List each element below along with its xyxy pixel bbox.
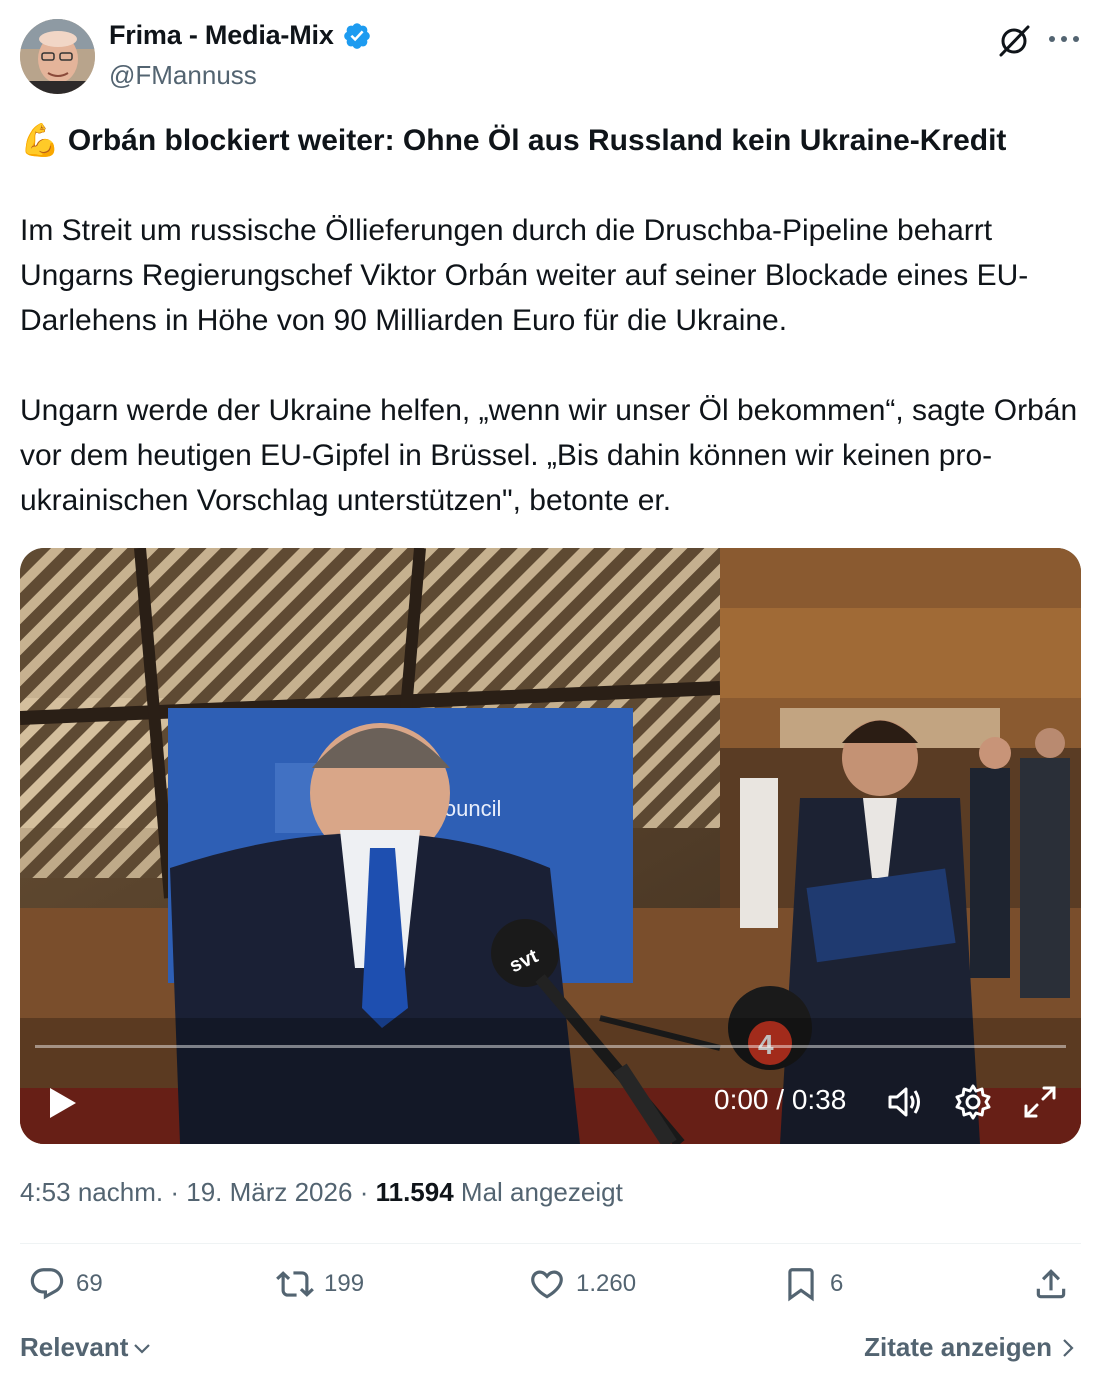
- headline-text: Orbán blockiert weiter: Ohne Öl aus Russ…: [67, 124, 1007, 157]
- sort-label: Relevant: [20, 1332, 129, 1362]
- views-label: Mal angezeigt: [460, 1177, 623, 1207]
- video-time: 0:00 / 0:38: [714, 1084, 847, 1115]
- bookmark-icon: [788, 1268, 814, 1302]
- video-frame: Council svt 4: [20, 548, 1081, 1144]
- repost-count: 199: [324, 1270, 365, 1297]
- settings-gear-icon[interactable]: [954, 1083, 992, 1121]
- play-icon[interactable]: [42, 1083, 82, 1123]
- quotes-label: Zitate anzeigen: [864, 1332, 1052, 1362]
- author-display-name[interactable]: Frima - Media-Mix: [109, 20, 334, 51]
- tweet-paragraph-1: Im Streit um russische Öllieferungen dur…: [20, 214, 1029, 337]
- reply-count: 69: [76, 1270, 103, 1297]
- tweet-headline: 💪 Orbán blockiert weiter: Ohne Öl aus Ru…: [20, 118, 1086, 163]
- share-button[interactable]: [1032, 1265, 1070, 1303]
- volume-icon[interactable]: [886, 1083, 924, 1121]
- reply-icon: [30, 1268, 64, 1300]
- view-quotes-link[interactable]: Zitate anzeigen: [864, 1332, 1076, 1363]
- tweet-text: 💪 Orbán blockiert weiter: Ohne Öl aus Ru…: [20, 118, 1086, 568]
- like-button[interactable]: 1.260: [528, 1265, 636, 1303]
- author-avatar[interactable]: [20, 19, 95, 94]
- bookmark-button[interactable]: 6: [782, 1265, 843, 1303]
- tweet-time[interactable]: 4:53 nachm.: [20, 1177, 163, 1207]
- grok-icon[interactable]: [995, 22, 1033, 60]
- repost-button[interactable]: 199: [276, 1265, 364, 1303]
- action-bar: 69 199 1.260 6: [20, 1265, 1081, 1317]
- like-count: 1.260: [576, 1270, 637, 1297]
- heart-icon: [531, 1270, 563, 1299]
- verified-badge-icon[interactable]: [342, 21, 372, 51]
- reply-button[interactable]: 69: [28, 1265, 103, 1303]
- fullscreen-icon[interactable]: [1022, 1084, 1058, 1120]
- views-count: 11.594: [375, 1177, 454, 1207]
- tweet-paragraph-2: Ungarn werde der Ukraine helfen, „wenn w…: [20, 394, 1078, 517]
- chevron-right-icon: [1063, 1338, 1074, 1357]
- avatar-portrait: [20, 19, 95, 94]
- author-handle[interactable]: @FMannuss: [109, 60, 257, 91]
- chevron-down-icon: [134, 1343, 151, 1354]
- tweet-date[interactable]: 19. März 2026: [186, 1177, 352, 1207]
- repost-icon: [276, 1271, 314, 1297]
- tweet-meta: 4:53 nachm. · 19. März 2026 · 11.594 Mal…: [20, 1177, 623, 1208]
- divider: [20, 1243, 1081, 1244]
- flexed-biceps-emoji-icon: 💪: [20, 122, 60, 158]
- meta-separator: ·: [170, 1177, 179, 1207]
- share-icon: [1036, 1269, 1066, 1299]
- more-icon[interactable]: [1044, 24, 1084, 54]
- video-player[interactable]: Council svt 4 0:00 / 0:38: [20, 548, 1081, 1144]
- bookmark-count: 6: [830, 1270, 844, 1297]
- video-progress-bar[interactable]: [35, 1045, 1066, 1048]
- sort-replies-dropdown[interactable]: Relevant: [20, 1332, 152, 1363]
- meta-separator: ·: [359, 1177, 369, 1207]
